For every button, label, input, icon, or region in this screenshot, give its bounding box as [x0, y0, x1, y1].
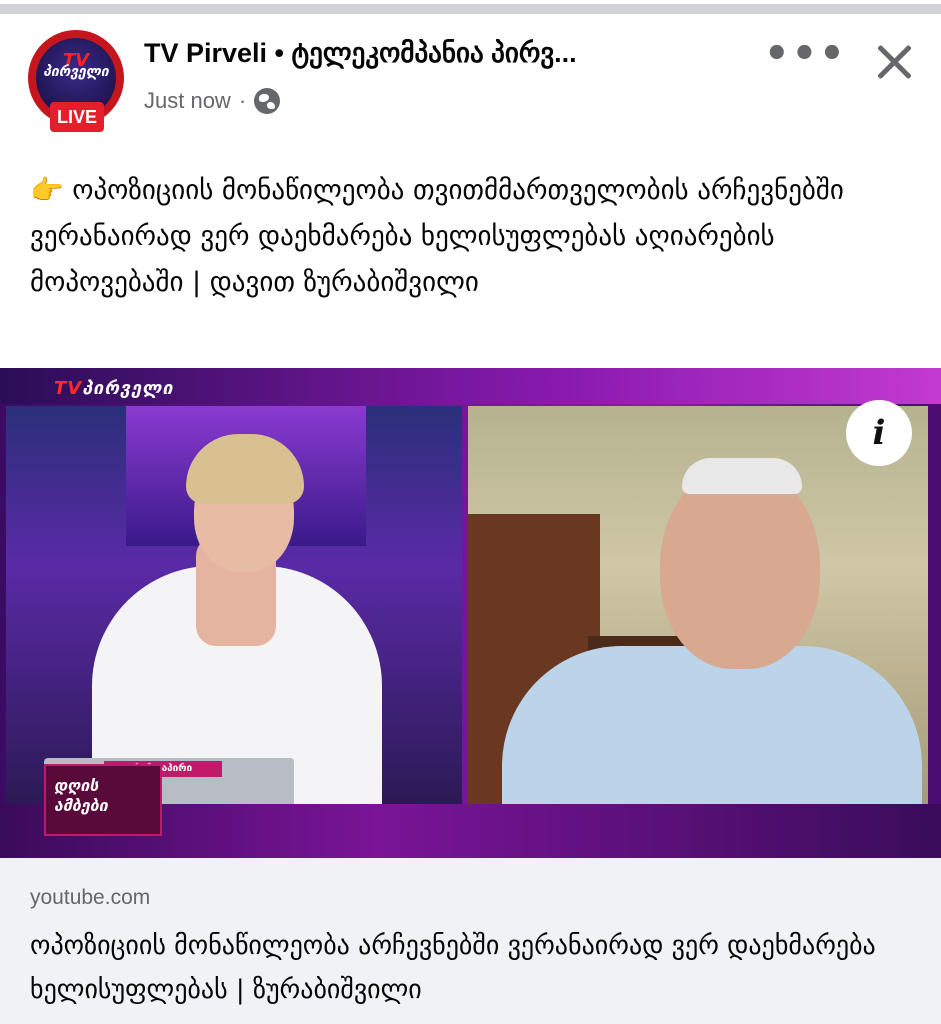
anchor-video-panel [6, 406, 462, 804]
post-time[interactable]: Just now [144, 88, 231, 114]
link-domain: youtube.com [30, 886, 151, 909]
link-title[interactable]: ოპოზიციის მონაწილეობა არჩევნებში ვერანაი… [30, 924, 910, 1012]
post-meta: Just now · [144, 88, 281, 114]
meta-separator: · [238, 88, 247, 113]
more-options-icon[interactable]: ••• [764, 34, 845, 74]
broadcast-top-bar: TVპირველი [0, 368, 941, 404]
top-bar [0, 0, 941, 14]
post-body: ოპოზიციის მონაწილეობა თვითმმართველობის ა… [30, 175, 844, 298]
guest-face [660, 464, 820, 669]
channel-logo-text: პირველი [82, 378, 174, 399]
info-icon[interactable]: i [846, 400, 912, 466]
video-thumbnail[interactable]: TVპირველი პირდაპირი დღის ამბები [0, 368, 941, 858]
page-name-link[interactable]: TV Pirveli • ტელეკომპანია პირვ... [144, 38, 577, 69]
pointing-hand-emoji: 👉 [30, 175, 64, 206]
post-text: 👉 ოპოზიციის მონაწილეობა თვითმმართველობის… [30, 168, 910, 306]
guest-hair [682, 458, 802, 494]
avatar-logo-text: პირველი [43, 64, 109, 80]
show-badge: დღის ამბები [44, 764, 162, 836]
guest-shirt [502, 646, 922, 804]
channel-logo: TVპირველი [54, 378, 174, 399]
live-badge: LIVE [50, 102, 104, 132]
guest-video-panel [468, 406, 928, 804]
top-divider [0, 4, 941, 14]
globe-icon [254, 88, 281, 114]
channel-logo-tv: TV [54, 378, 83, 399]
close-icon[interactable] [870, 38, 918, 86]
